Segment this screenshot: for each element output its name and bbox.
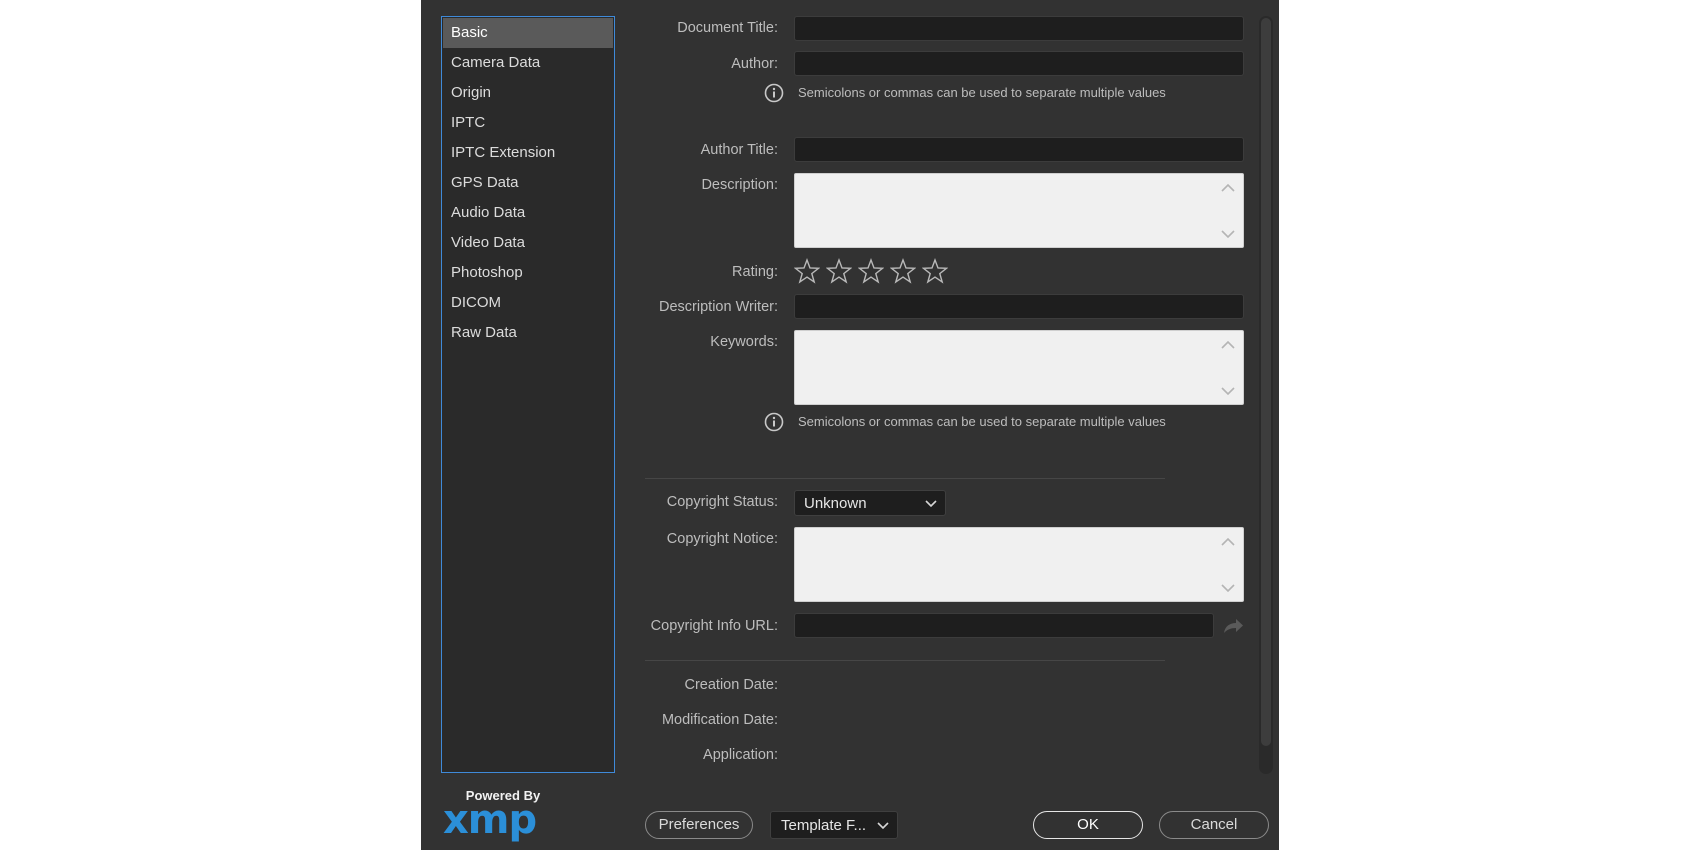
scroll-down-icon[interactable] bbox=[1221, 229, 1235, 239]
cancel-button[interactable]: Cancel bbox=[1159, 811, 1269, 839]
chevron-down-icon bbox=[877, 822, 889, 830]
scroll-up-icon[interactable] bbox=[1221, 183, 1235, 193]
section-divider bbox=[645, 478, 1165, 479]
author-hint-text: Semicolons or commas can be used to sepa… bbox=[798, 85, 1166, 100]
star-icon[interactable] bbox=[858, 258, 884, 284]
author-label: Author: bbox=[731, 56, 778, 72]
keywords-label: Keywords: bbox=[710, 334, 778, 350]
scroll-up-icon[interactable] bbox=[1221, 537, 1235, 547]
author-title-input[interactable] bbox=[794, 137, 1244, 162]
modification-date-label: Modification Date: bbox=[661, 712, 778, 728]
preferences-button[interactable]: Preferences bbox=[645, 811, 753, 839]
copyright-notice-textarea[interactable] bbox=[794, 527, 1244, 602]
xmp-logo: xmp bbox=[443, 797, 537, 843]
sidebar-item-audio-data[interactable]: Audio Data bbox=[443, 198, 613, 228]
copyright-status-label: Copyright Status: bbox=[666, 494, 778, 510]
description-textarea[interactable] bbox=[794, 173, 1244, 248]
sidebar-item-iptc[interactable]: IPTC bbox=[443, 108, 613, 138]
document-title-input[interactable] bbox=[794, 16, 1244, 41]
keywords-hint-text: Semicolons or commas can be used to sepa… bbox=[798, 414, 1166, 429]
scroll-down-icon[interactable] bbox=[1221, 583, 1235, 593]
author-title-label: Author Title: bbox=[700, 142, 778, 158]
sidebar-item-video-data[interactable]: Video Data bbox=[443, 228, 613, 258]
description-writer-label: Description Writer: bbox=[659, 299, 778, 315]
copyright-url-label: Copyright Info URL: bbox=[650, 618, 778, 634]
template-folder-select[interactable]: Template F... bbox=[770, 811, 898, 839]
form-scrollbar[interactable] bbox=[1259, 16, 1273, 774]
description-writer-input[interactable] bbox=[794, 294, 1244, 319]
info-icon bbox=[764, 83, 784, 103]
copyright-url-input[interactable] bbox=[794, 613, 1214, 638]
template-folder-value: Template F... bbox=[781, 817, 867, 834]
rating-label: Rating: bbox=[732, 264, 778, 280]
author-input[interactable] bbox=[794, 51, 1244, 76]
chevron-down-icon bbox=[925, 500, 937, 508]
info-icon bbox=[764, 412, 784, 432]
star-icon[interactable] bbox=[794, 258, 820, 284]
description-label: Description: bbox=[701, 177, 778, 193]
document-title-label: Document Title: bbox=[677, 20, 778, 36]
copyright-status-value: Unknown bbox=[804, 495, 867, 512]
application-label: Application: bbox=[703, 747, 778, 763]
ok-button[interactable]: OK bbox=[1033, 811, 1143, 839]
star-icon[interactable] bbox=[922, 258, 948, 284]
section-divider bbox=[645, 660, 1165, 661]
star-icon[interactable] bbox=[826, 258, 852, 284]
sidebar-item-origin[interactable]: Origin bbox=[443, 78, 613, 108]
creation-date-label: Creation Date: bbox=[684, 677, 779, 693]
powered-by-xmp: Powered By xmp bbox=[443, 788, 551, 843]
keywords-textarea[interactable] bbox=[794, 330, 1244, 405]
go-to-url-icon[interactable] bbox=[1222, 617, 1244, 635]
scroll-down-icon[interactable] bbox=[1221, 386, 1235, 396]
scroll-up-icon[interactable] bbox=[1221, 340, 1235, 350]
rating-stars[interactable] bbox=[794, 258, 954, 284]
copyright-notice-label: Copyright Notice: bbox=[666, 531, 778, 547]
scrollbar-thumb[interactable] bbox=[1261, 18, 1271, 746]
category-list[interactable]: Basic Camera Data Origin IPTC IPTC Exten… bbox=[441, 16, 615, 773]
star-icon[interactable] bbox=[890, 258, 916, 284]
copyright-status-select[interactable]: Unknown bbox=[794, 490, 946, 516]
